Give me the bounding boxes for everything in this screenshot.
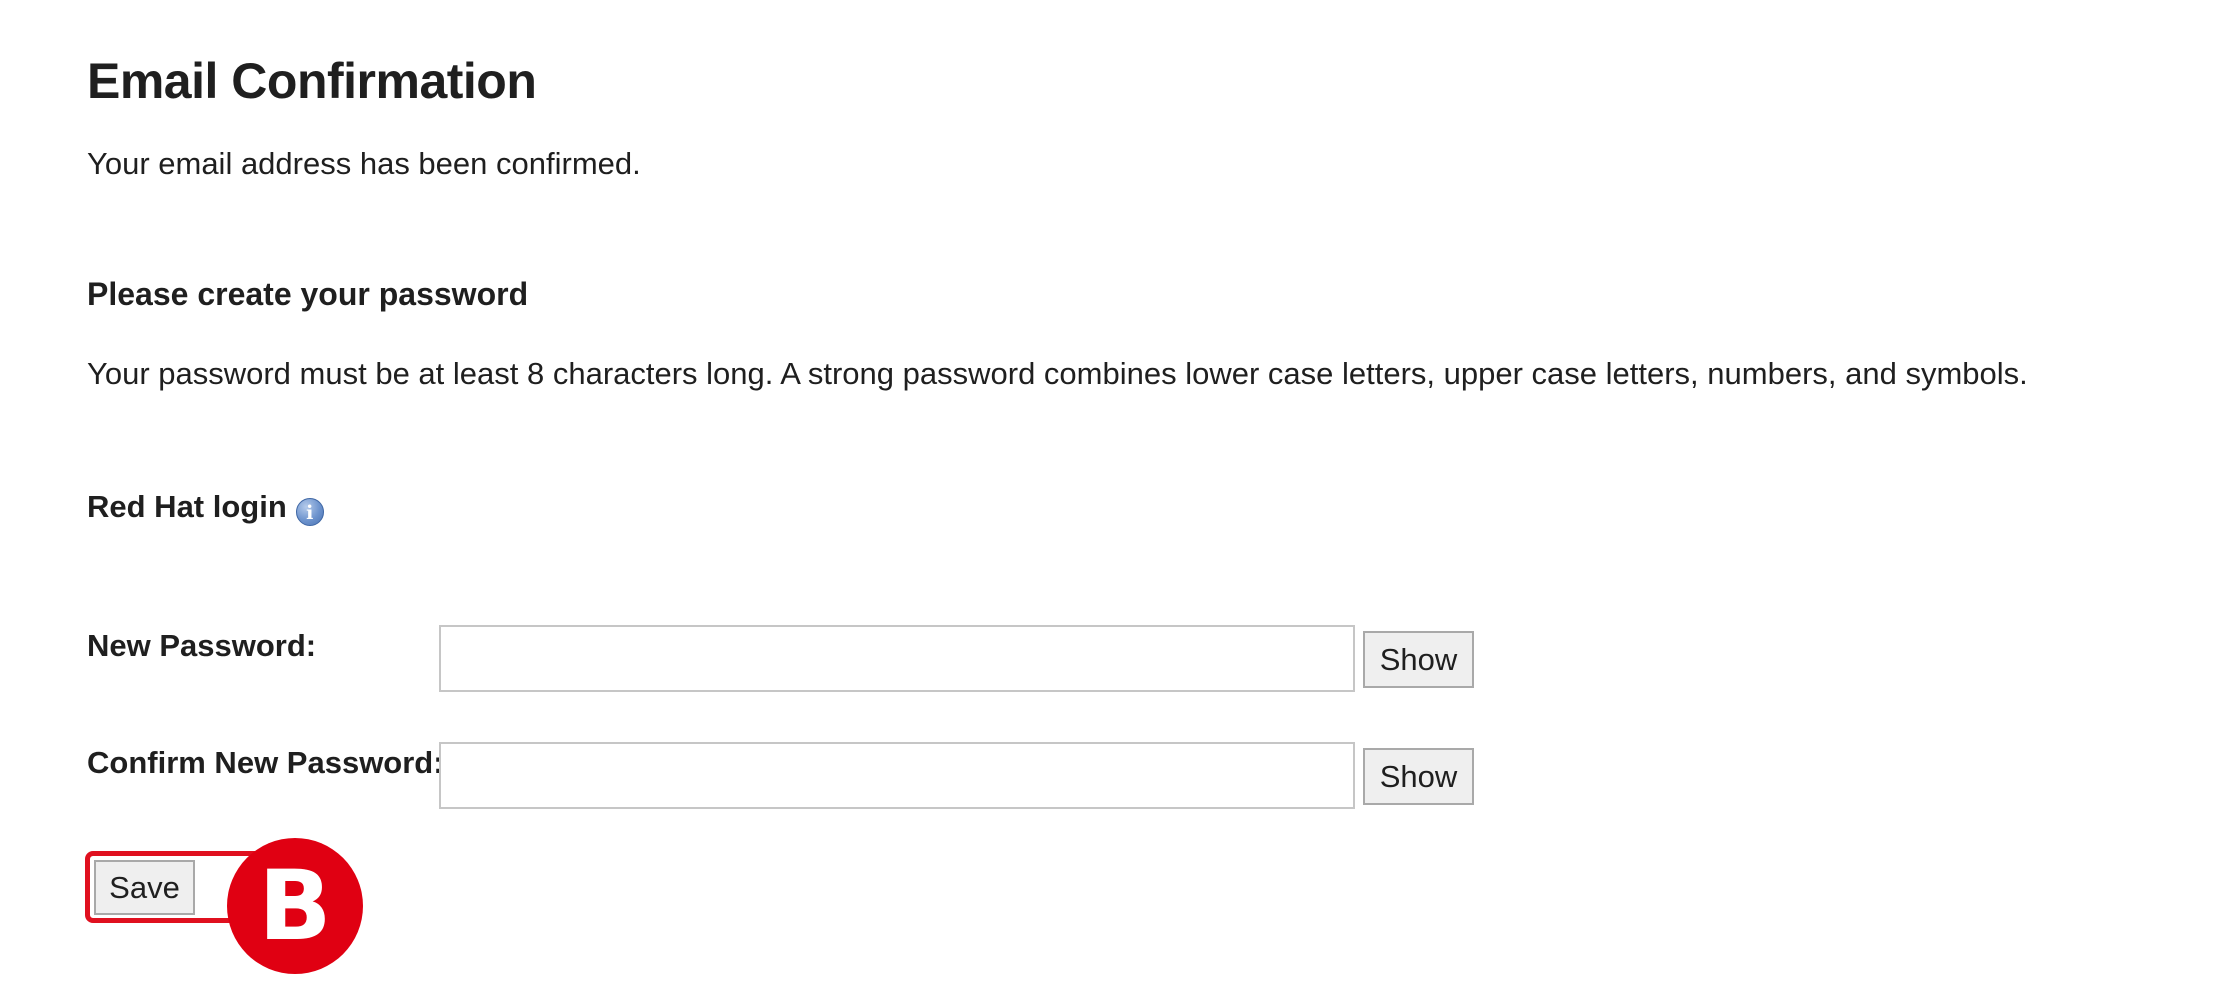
red-hat-login-label: Red Hat login <box>87 489 287 524</box>
annotation-marker-badge: B <box>227 838 363 974</box>
confirm-password-field[interactable] <box>439 742 1355 809</box>
password-section-heading: Please create your password <box>87 276 529 312</box>
page-title: Email Confirmation <box>87 53 537 109</box>
save-button[interactable]: Save <box>94 860 195 915</box>
show-new-password-button[interactable]: Show <box>1363 631 1474 688</box>
new-password-label: New Password: <box>87 628 317 663</box>
red-hat-login-heading: Red Hat login i <box>87 488 324 526</box>
password-rules-text: Your password must be at least 8 charact… <box>87 356 2028 391</box>
show-confirm-password-button[interactable]: Show <box>1363 748 1474 805</box>
info-icon[interactable]: i <box>295 498 324 526</box>
new-password-field[interactable] <box>439 625 1355 692</box>
confirm-password-label: Confirm New Password: <box>87 745 444 780</box>
confirmation-message: Your email address has been confirmed. <box>87 146 641 181</box>
